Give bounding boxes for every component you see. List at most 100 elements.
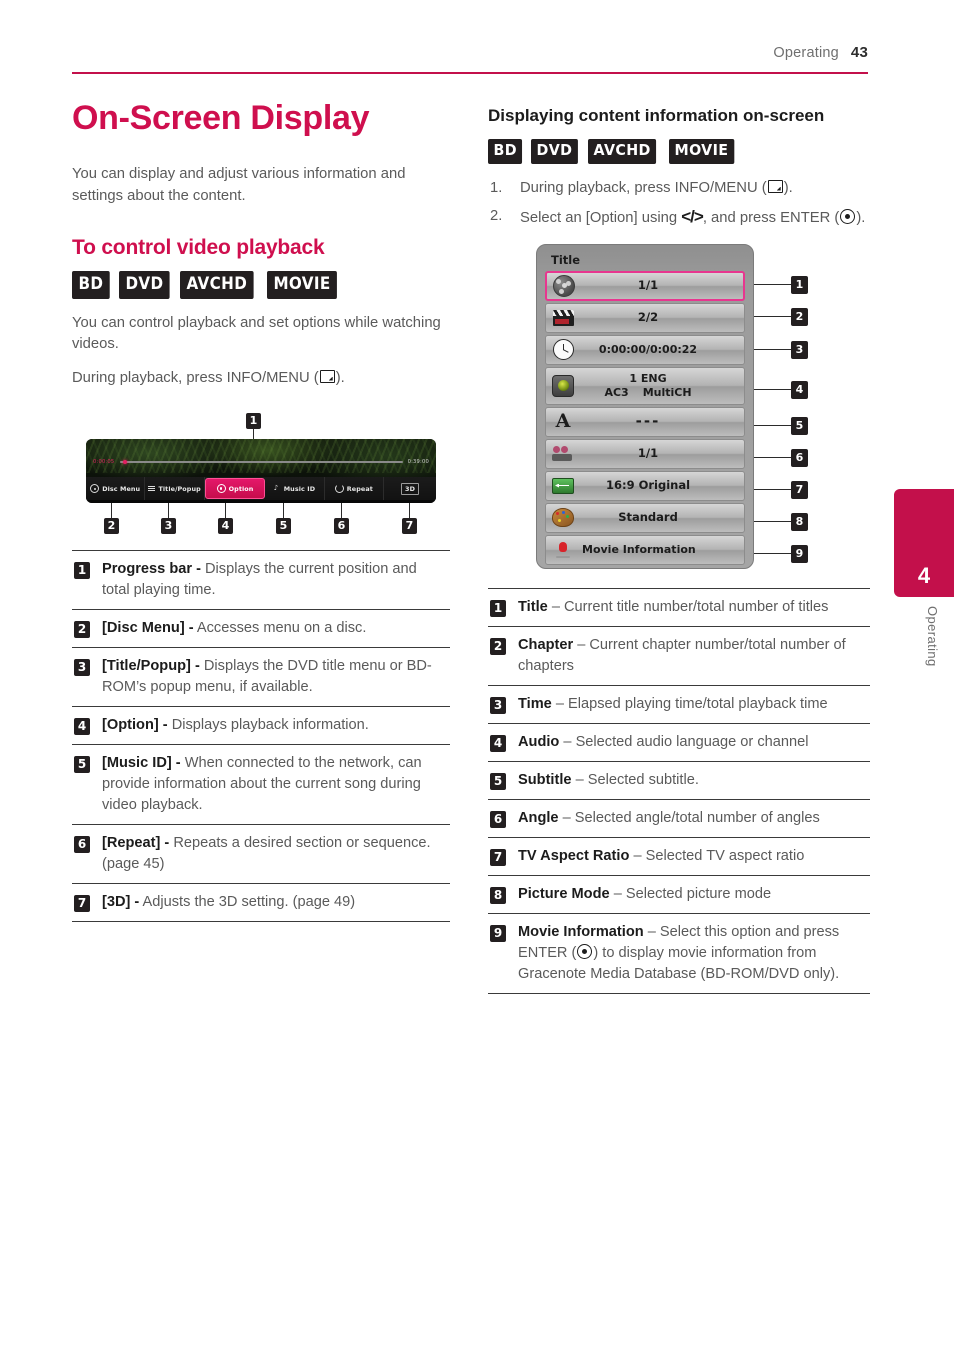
osd-definition-row-5: 5 Subtitle – Selected subtitle.	[488, 762, 870, 800]
header-section-text: Operating	[773, 45, 839, 61]
definition-term-2: [Disc Menu] -	[102, 620, 194, 636]
progress-knob[interactable]	[123, 460, 128, 464]
osd-row-picture-mode-value: Standard	[618, 510, 678, 524]
definition-number-5: 5	[74, 753, 90, 773]
manual-page: Operating 43 On-Screen Display You can di…	[0, 0, 954, 1354]
osd-button-row: Disc Menu Title/Popup Option ♪ Music ID	[86, 477, 436, 500]
osd-row-subtitle[interactable]: A ---	[545, 406, 745, 437]
figure-osd-menu: Title 1/1 2/2 0:00:00/0:00:22 1 ENG AC3 …	[488, 243, 870, 574]
disc-icon	[90, 484, 100, 493]
callout-3: 3	[161, 516, 176, 534]
osd-definition-text-2: Chapter – Current chapter number/total n…	[518, 635, 868, 677]
osd-row-audio-channels: MultiCH	[642, 386, 692, 399]
osd-definition-desc-7: – Selected TV aspect ratio	[633, 847, 805, 864]
osd-definition-row-2: 2 Chapter – Current chapter number/total…	[488, 627, 870, 686]
osd-button-3d[interactable]: 3D	[384, 477, 436, 500]
osd-definition-number-2: 2	[490, 635, 506, 655]
osd-definition-text-4: Audio – Selected audio language or chann…	[518, 732, 808, 753]
badge-bd-right: BD	[488, 139, 523, 164]
step-2-text-after: ).	[856, 210, 866, 226]
callout-2: 2	[104, 516, 119, 534]
osd-row-audio-codec: AC3	[604, 386, 629, 399]
playback-definitions: 1 Progress bar - Displays the current po…	[72, 550, 450, 922]
definition-row-6: 6 [Repeat] - Repeats a desired section o…	[72, 825, 450, 884]
elapsed-time: 0:00:05	[93, 459, 115, 465]
section-heading-content-info: Displaying content information on-screen	[488, 106, 825, 125]
osd-definition-text-7: TV Aspect Ratio – Selected TV aspect rat…	[518, 846, 804, 867]
osd-definition-text-8: Picture Mode – Selected picture mode	[518, 884, 771, 905]
osd-definition-number-9: 9	[490, 922, 506, 942]
osd-callout-2: 2	[791, 307, 808, 326]
osd-row-subtitle-value: ---	[635, 412, 661, 430]
definition-term-3: [Title/Popup] -	[102, 658, 200, 674]
clock-icon	[546, 339, 580, 360]
info-menu-instruction: During playback, press INFO/MENU ().	[72, 368, 450, 390]
osd-row-audio[interactable]: 1 ENG AC3 MultiCH	[545, 366, 745, 405]
step-2-number: 2.	[490, 208, 503, 224]
right-column: Displaying content information on-screen…	[488, 104, 870, 994]
definition-row-4: 4 [Option] - Displays playback informati…	[72, 707, 450, 745]
callout-1-top: 1	[246, 411, 261, 429]
osd-row-title[interactable]: 1/1	[545, 270, 745, 301]
definition-text-2: [Disc Menu] - Accesses menu on a disc.	[102, 618, 366, 639]
definition-number-1: 1	[74, 559, 90, 579]
osd-button-repeat[interactable]: Repeat	[325, 477, 385, 500]
clapperboard-icon	[546, 309, 580, 326]
osd-row-audio-value: 1 ENG AC3 MultiCH	[580, 372, 744, 399]
osd-row-angle-value: 1/1	[637, 446, 659, 460]
definition-row-1: 1 Progress bar - Displays the current po…	[72, 551, 450, 610]
osd-button-music-id[interactable]: ♪ Music ID	[265, 477, 325, 500]
page-title: On-Screen Display	[72, 99, 370, 137]
osd-button-title-popup-label: Title/Popup	[158, 484, 201, 493]
osd-button-disc-menu-label: Disc Menu	[102, 484, 141, 493]
osd-button-disc-menu[interactable]: Disc Menu	[86, 477, 146, 500]
osd-button-title-popup[interactable]: Title/Popup	[145, 477, 205, 500]
left-column: On-Screen Display You can display and ad…	[72, 98, 450, 922]
chapter-thumb-tab: 4	[894, 489, 954, 597]
osd-row-movie-information-value: Movie Information	[582, 543, 696, 556]
osd-row-movie-information[interactable]: Movie Information	[545, 534, 745, 565]
info-menu-icon-step1	[767, 179, 783, 193]
definition-term-4: [Option] -	[102, 717, 168, 733]
step-2-text-before: Select an [Option] using	[520, 210, 682, 226]
progress-bar[interactable]	[120, 460, 403, 464]
playback-paragraph: You can control playback and set options…	[72, 314, 441, 353]
aspect-ratio-icon	[546, 477, 580, 494]
osd-callout-5: 5	[791, 416, 808, 435]
step-1-text-before: During playback, press INFO/MENU (	[520, 179, 767, 196]
osd-definition-number-7: 7	[490, 846, 506, 866]
osd-definition-text-5: Subtitle – Selected subtitle.	[518, 770, 699, 791]
instruction-steps: 1. During playback, press INFO/MENU (). …	[488, 178, 870, 230]
callout-5: 5	[276, 516, 291, 534]
callout-6: 6	[334, 516, 349, 534]
osd-row-time[interactable]: 0:00:00/0:00:22	[545, 334, 745, 365]
osd-row-tv-aspect-ratio[interactable]: 16:9 Original	[545, 470, 745, 501]
header-section-label: Operating 43	[773, 44, 868, 61]
video-playback-osd: 0:00:05 0:39:00 Disc Menu Title/Popup Op…	[86, 439, 436, 503]
definition-text-7: [3D] - Adjusts the 3D setting. (page 49)	[102, 892, 355, 913]
definition-text-3: [Title/Popup] - Displays the DVD title m…	[102, 656, 448, 698]
definition-text-5: [Music ID] - When connected to the netwo…	[102, 753, 448, 816]
osd-definition-row-7: 7 TV Aspect Ratio – Selected TV aspect r…	[488, 838, 870, 876]
definition-text-1: Progress bar - Displays the current posi…	[102, 559, 448, 601]
osd-row-chapter[interactable]: 2/2	[545, 302, 745, 333]
header-rule	[72, 72, 868, 74]
definition-text-6: [Repeat] - Repeats a desired section or …	[102, 833, 448, 875]
progress-row: 0:00:05 0:39:00	[86, 456, 436, 468]
enter-icon-step2	[840, 209, 856, 224]
osd-definition-desc-4: – Selected audio language or channel	[563, 733, 809, 750]
osd-callout-1: 1	[791, 275, 808, 294]
movie-camera-icon	[546, 446, 580, 461]
osd-definition-term-1: Title	[518, 598, 548, 615]
osd-callout-3: 3	[791, 340, 808, 359]
section-heading-video-playback: To control video playback	[72, 236, 325, 259]
osd-row-tv-aspect-ratio-value: 16:9 Original	[605, 478, 691, 492]
osd-row-picture-mode[interactable]: Standard	[545, 502, 745, 533]
osd-row-angle[interactable]: 1/1	[545, 438, 745, 469]
osd-definition-row-8: 8 Picture Mode – Selected picture mode	[488, 876, 870, 914]
badge-movie: MOVIE	[266, 271, 337, 299]
osd-button-option[interactable]: Option	[204, 478, 266, 499]
badge-dvd-right: DVD	[531, 139, 579, 164]
definition-row-2: 2 [Disc Menu] - Accesses menu on a disc.	[72, 610, 450, 648]
intro-paragraph: You can display and adjust various infor…	[72, 166, 406, 204]
